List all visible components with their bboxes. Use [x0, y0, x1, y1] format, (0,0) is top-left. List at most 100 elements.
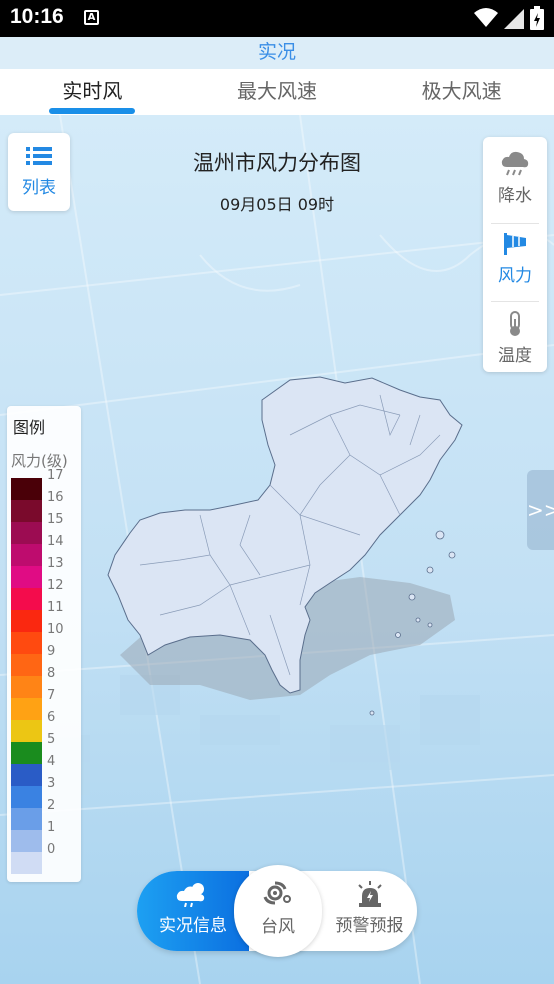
double-chevron-right-icon: >> [527, 498, 554, 522]
tab-underline [49, 108, 136, 114]
signal-icon [504, 9, 524, 29]
legend-level-label: 12 [47, 578, 64, 593]
legend-level-label: 6 [47, 710, 56, 725]
legend: 图例 风力(级) 17 16 15 14 13 12 11 10 9 8 7 6 5 4 3 2 1 0 [7, 406, 81, 882]
legend-swatch [11, 522, 42, 544]
list-button[interactable]: 列表 [8, 133, 70, 211]
legend-swatch [11, 808, 42, 830]
wifi-icon [474, 8, 498, 27]
legend-swatch [11, 632, 42, 654]
legend-title: 图例 [13, 418, 46, 437]
legend-row: 11 [11, 600, 79, 632]
legend-swatch [11, 786, 42, 808]
nav-live-info-label: 实况信息 [159, 916, 227, 936]
legend-level-label: 8 [47, 666, 56, 681]
legend-row: 14 [11, 534, 79, 566]
layer-panel: 降水 风力 温度 [483, 137, 547, 372]
map-title: 温州市风力分布图 [193, 151, 361, 175]
legend-level-label: 9 [47, 644, 56, 659]
typhoon-icon [263, 881, 291, 905]
status-time: 10:16 [10, 5, 64, 28]
legend-row: 9 [11, 644, 79, 676]
legend-row: 2 [11, 798, 79, 830]
legend-row: 13 [11, 556, 79, 588]
legend-swatch [11, 588, 42, 610]
tab-label: 最大风速 [237, 79, 317, 103]
legend-level-label: 7 [47, 688, 56, 703]
legend-swatch [11, 830, 42, 852]
legend-swatch [11, 544, 42, 566]
nav-warning-forecast-label: 预警预报 [335, 916, 404, 936]
legend-row: 3 [11, 776, 79, 808]
basemap [0, 115, 554, 984]
status-bar: 10:16 A [0, 0, 554, 37]
legend-level-label: 4 [47, 754, 56, 769]
legend-swatch [11, 478, 42, 500]
layer-wind-label: 风力 [498, 266, 532, 286]
legend-swatch [11, 852, 42, 874]
legend-level-label: 16 [47, 490, 64, 505]
legend-row: 7 [11, 688, 79, 720]
legend-level-label: 2 [47, 798, 56, 813]
thermometer-icon [510, 311, 520, 336]
status-icons [474, 6, 544, 30]
wind-flag-icon [504, 233, 526, 255]
legend-swatch [11, 764, 42, 786]
layer-temperature-label: 温度 [498, 346, 532, 366]
rain-cloud-icon [501, 151, 529, 176]
legend-row: 10 [11, 622, 79, 654]
nav-typhoon-label: 台风 [261, 917, 295, 937]
legend-row: 4 [11, 754, 79, 786]
battery-icon [530, 6, 544, 30]
legend-row: 5 [11, 732, 79, 764]
map-time: 09月05日 09时 [219, 195, 335, 214]
alarm-icon [357, 881, 382, 907]
expand-panel-button[interactable]: >> [527, 470, 554, 550]
page-title: 实况 [257, 41, 296, 63]
legend-level-label: 10 [47, 622, 64, 637]
nav-live-info-button[interactable]: 实况信息 [137, 871, 249, 951]
legend-row: 6 [11, 710, 79, 742]
weather-icon [176, 883, 205, 908]
legend-swatch [11, 610, 42, 632]
legend-swatch [11, 654, 42, 676]
layer-temperature-button[interactable]: 温度 [483, 301, 547, 379]
tab-label: 实时风 [62, 79, 123, 103]
list-icon [26, 147, 52, 165]
tab-realtime-wind[interactable]: 实时风 [0, 69, 185, 115]
title-bar: 实况 [0, 37, 554, 69]
legend-level-label: 13 [47, 556, 64, 571]
legend-swatch [11, 742, 42, 764]
notification-icon: A [84, 10, 99, 25]
legend-swatch [11, 566, 42, 588]
list-button-label: 列表 [22, 178, 56, 198]
tab-max-wind-speed[interactable]: 最大风速 [185, 69, 370, 115]
tab-label: 极大风速 [421, 79, 502, 103]
layer-wind-button[interactable]: 风力 [483, 223, 547, 301]
legend-swatch [11, 698, 42, 720]
legend-swatch [11, 720, 42, 742]
layer-rain-button[interactable]: 降水 [483, 143, 547, 221]
legend-level-label: 5 [47, 732, 56, 747]
nav-warning-forecast-button[interactable]: 预警预报 [322, 871, 417, 951]
tab-bar: 实时风 最大风速 极大风速 [0, 69, 554, 115]
legend-row: 16 [11, 490, 79, 522]
layer-rain-label: 降水 [498, 186, 532, 206]
legend-level-label: 0 [47, 842, 56, 857]
legend-row: 0 [11, 842, 79, 874]
legend-row: 17 [11, 468, 79, 500]
legend-level-label: 3 [47, 776, 56, 791]
legend-level-label: 14 [47, 534, 64, 549]
legend-swatch [11, 676, 42, 698]
bottom-nav: 实况信息 台风 预警预报 [137, 865, 417, 957]
map-view[interactable]: 温州市风力分布图 09月05日 09时 列表 降水 风力 温度 >> 图例 风力… [0, 115, 554, 984]
legend-row: 8 [11, 666, 79, 698]
legend-row: 12 [11, 578, 79, 610]
nav-typhoon-button[interactable]: 台风 [234, 865, 322, 957]
legend-level-label: 15 [47, 512, 64, 527]
legend-swatch [11, 500, 42, 522]
legend-level-label: 17 [47, 468, 64, 483]
legend-row: 15 [11, 512, 79, 544]
legend-row: 1 [11, 820, 79, 852]
tab-extreme-wind-speed[interactable]: 极大风速 [369, 69, 554, 115]
